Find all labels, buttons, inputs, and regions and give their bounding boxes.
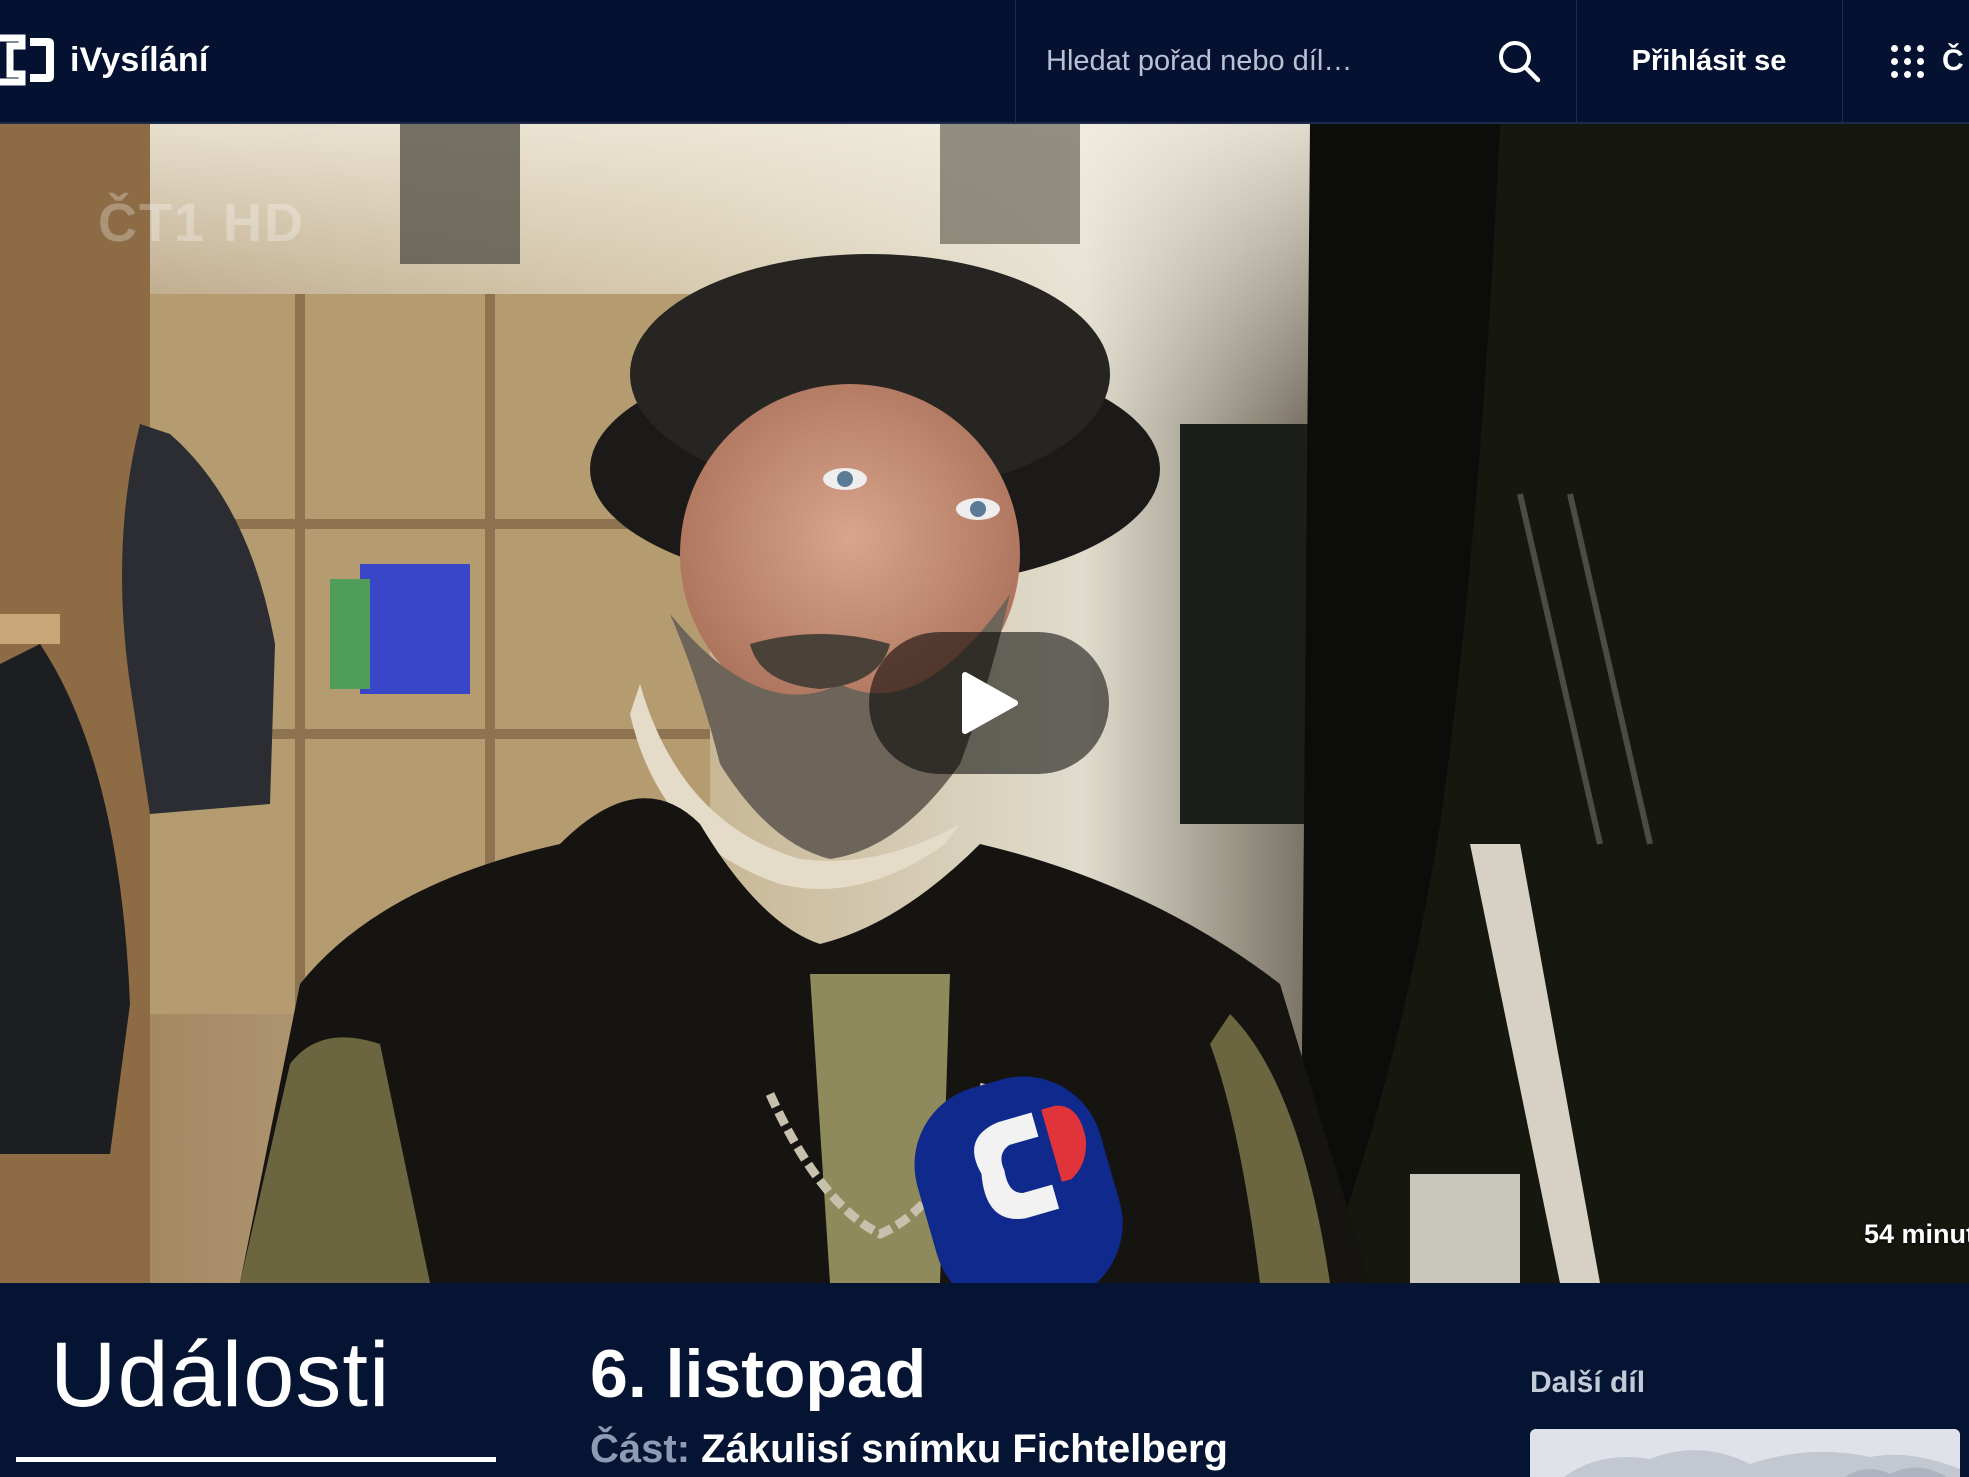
login-button[interactable]: Přihlásit se (1576, 0, 1843, 122)
search-box[interactable]: Hledat pořad nebo díl… (1015, 0, 1577, 122)
part-label: Část: (590, 1427, 691, 1471)
next-episode-thumbnail[interactable] (1530, 1429, 1960, 1477)
page: iVysílání Hledat pořad nebo díl… Přihlás… (0, 0, 1969, 1477)
search-icon[interactable] (1496, 38, 1542, 84)
play-button[interactable] (869, 632, 1109, 774)
menu-button[interactable]: Č (1843, 0, 1969, 122)
next-episode-label: Další díl (1530, 1366, 1646, 1399)
ct-logo-icon (0, 34, 54, 86)
video-duration: 54 minut (1864, 1219, 1969, 1249)
show-title-underline (16, 1457, 496, 1462)
grid-menu-icon (1891, 44, 1924, 78)
map-thumbnail-image (1530, 1429, 1960, 1477)
part-value: Zákulisí snímku Fichtelberg (701, 1427, 1228, 1471)
episode-info: Události 6. listopad Část: Zákulisí sním… (0, 1283, 1969, 1477)
top-navigation: iVysílání Hledat pořad nebo díl… Přihlás… (0, 0, 1969, 124)
search-input[interactable]: Hledat pořad nebo díl… (1046, 45, 1496, 78)
episode-part: Část: Zákulisí snímku Fichtelberg (590, 1427, 1228, 1472)
episode-title: 6. listopad (590, 1336, 927, 1412)
video-player[interactable]: ČT1 HD 54 minut (0, 124, 1969, 1283)
play-icon (962, 672, 1018, 734)
logo-text: iVysílání (70, 40, 209, 79)
channel-watermark: ČT1 HD (98, 193, 306, 253)
ivysilani-logo[interactable]: iVysílání (0, 30, 209, 90)
menu-label: Č (1942, 44, 1964, 77)
show-title-logo[interactable]: Události (50, 1323, 390, 1428)
